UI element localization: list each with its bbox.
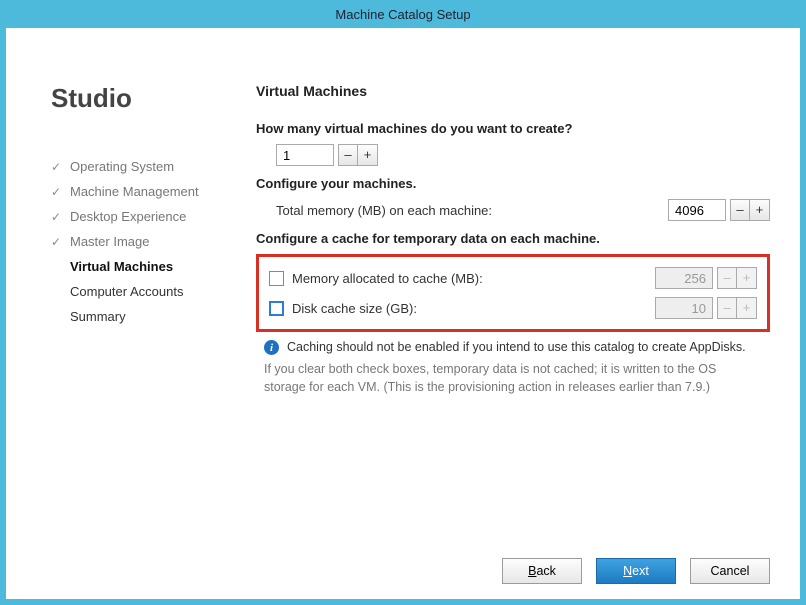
check-icon: ✓ <box>51 185 66 199</box>
sidebar-item-label: Virtual Machines <box>70 259 173 274</box>
sidebar-item-label: Summary <box>70 309 126 324</box>
total-memory-stepper: – + <box>668 199 770 221</box>
page-heading: Virtual Machines <box>256 83 770 99</box>
sidebar-item-desktop-experience[interactable]: ✓ Desktop Experience <box>36 204 231 229</box>
vm-count-input[interactable] <box>276 144 334 166</box>
cache-disk-input <box>655 297 713 319</box>
vm-count-question: How many virtual machines do you want to… <box>256 121 770 136</box>
cache-disk-checkbox[interactable] <box>269 301 284 316</box>
sidebar: Studio ✓ Operating System ✓ Machine Mana… <box>36 83 231 533</box>
sidebar-item-label: Desktop Experience <box>70 209 186 224</box>
sidebar-item-summary[interactable]: ✓ Summary <box>36 304 231 329</box>
vm-count-stepper: – + <box>276 144 378 166</box>
cache-memory-label: Memory allocated to cache (MB): <box>292 271 483 286</box>
vm-count-increment[interactable]: + <box>358 144 378 166</box>
total-memory-input[interactable] <box>668 199 726 221</box>
sidebar-item-label: Computer Accounts <box>70 284 183 299</box>
cache-disk-option[interactable]: Disk cache size (GB): <box>269 301 417 316</box>
total-memory-label: Total memory (MB) on each machine: <box>276 203 492 218</box>
check-icon: ✓ <box>51 160 66 174</box>
cache-note: If you clear both check boxes, temporary… <box>264 361 744 396</box>
wizard-window: Machine Catalog Setup Studio ✓ Operating… <box>0 0 806 605</box>
cache-memory-input <box>655 267 713 289</box>
app-name: Studio <box>51 83 231 114</box>
back-button[interactable]: Back <box>502 558 582 584</box>
main-panel: Virtual Machines How many virtual machin… <box>231 83 770 533</box>
configure-heading: Configure your machines. <box>256 176 770 191</box>
next-button[interactable]: Next <box>596 558 676 584</box>
sidebar-item-computer-accounts[interactable]: ✓ Computer Accounts <box>36 279 231 304</box>
cache-info-text: Caching should not be enabled if you int… <box>287 340 746 354</box>
cancel-button[interactable]: Cancel <box>690 558 770 584</box>
titlebar: Machine Catalog Setup <box>0 0 806 28</box>
cache-memory-checkbox[interactable] <box>269 271 284 286</box>
cache-memory-option[interactable]: Memory allocated to cache (MB): <box>269 271 483 286</box>
sidebar-item-virtual-machines[interactable]: ✓ Virtual Machines <box>36 254 231 279</box>
sidebar-item-operating-system[interactable]: ✓ Operating System <box>36 154 231 179</box>
total-memory-increment[interactable]: + <box>750 199 770 221</box>
cache-highlight-box: Memory allocated to cache (MB): – + Dis <box>256 254 770 332</box>
cache-disk-increment: + <box>737 297 757 319</box>
sidebar-item-label: Machine Management <box>70 184 199 199</box>
info-icon: i <box>264 340 279 355</box>
sidebar-item-master-image[interactable]: ✓ Master Image <box>36 229 231 254</box>
cache-memory-stepper: – + <box>655 267 757 289</box>
cache-info: i Caching should not be enabled if you i… <box>264 340 770 355</box>
cache-disk-decrement: – <box>717 297 737 319</box>
sidebar-item-label: Master Image <box>70 234 149 249</box>
content-area: Studio ✓ Operating System ✓ Machine Mana… <box>6 28 800 599</box>
vm-count-decrement[interactable]: – <box>338 144 358 166</box>
check-icon: ✓ <box>51 210 66 224</box>
footer: Back Next Cancel <box>6 543 800 599</box>
total-memory-decrement[interactable]: – <box>730 199 750 221</box>
window-title: Machine Catalog Setup <box>335 7 470 22</box>
sidebar-item-machine-management[interactable]: ✓ Machine Management <box>36 179 231 204</box>
cache-memory-increment: + <box>737 267 757 289</box>
cache-disk-stepper: – + <box>655 297 757 319</box>
check-icon: ✓ <box>51 235 66 249</box>
sidebar-item-label: Operating System <box>70 159 174 174</box>
cache-memory-decrement: – <box>717 267 737 289</box>
cache-disk-label: Disk cache size (GB): <box>292 301 417 316</box>
cache-heading: Configure a cache for temporary data on … <box>256 231 770 246</box>
wizard-steps: ✓ Operating System ✓ Machine Management … <box>36 154 231 329</box>
